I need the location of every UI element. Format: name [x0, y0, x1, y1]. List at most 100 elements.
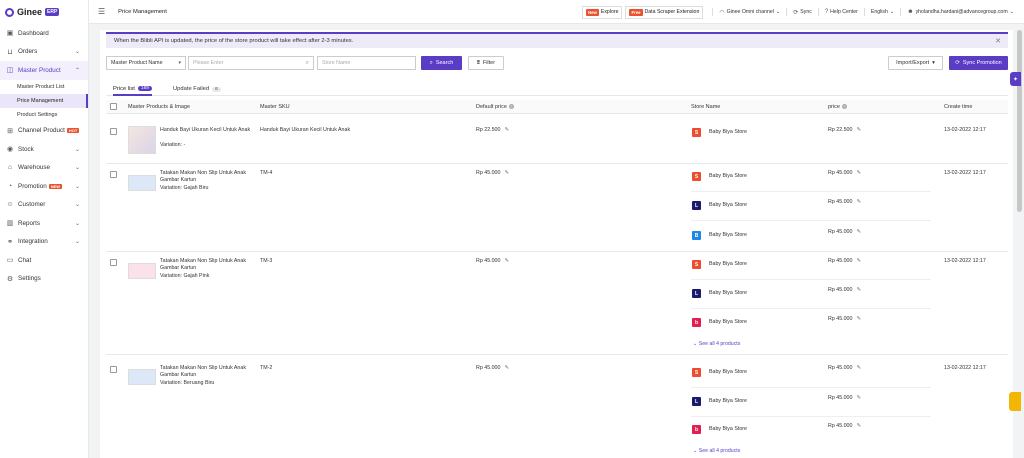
edit-icon[interactable]: ✎ [856, 395, 861, 401]
default-price: Rp 45.000 ✎ [476, 258, 509, 265]
edit-icon[interactable]: ✎ [856, 258, 861, 264]
sidebar-item-warehouse[interactable]: ⌂ Warehouse ⌄ [0, 159, 88, 178]
divider [900, 8, 902, 16]
product-thumbnail[interactable] [128, 263, 156, 279]
tab-price-list[interactable]: Price list 169 [113, 83, 152, 96]
import-export-button[interactable]: Import/Export ▾ [888, 56, 943, 70]
see-all-products-link[interactable]: ⌄ See all 4 products [693, 448, 740, 454]
search-button[interactable]: ⌕ Search [421, 56, 462, 70]
user-menu[interactable]: ☻ yholandha.hardani@advancegroup.com ⌄ [907, 9, 1014, 15]
filter-button[interactable]: ⩩ Filter [468, 56, 504, 70]
data-scraper-extension-button[interactable]: Free Data Scraper Extension [625, 5, 704, 19]
chevron-down-icon: ⌄ [775, 9, 781, 15]
master-sku: TM-2 [260, 365, 273, 371]
store-name: Baby Biya Store [709, 369, 747, 375]
sidebar-item-promotion[interactable]: ◔ Promotion NEW ⌄ [0, 177, 88, 196]
sync-button[interactable]: ⟳ Sync [793, 9, 812, 16]
select-all-checkbox[interactable] [110, 103, 117, 110]
help-center-link[interactable]: ? Help Center [825, 9, 858, 15]
edit-icon[interactable]: ✎ [856, 423, 861, 429]
user-icon: ☻ [907, 9, 914, 15]
channel-selector[interactable]: ◠ Ginee Omni channel ⌄ [719, 9, 780, 16]
store-name: Baby Biya Store [709, 398, 747, 404]
sidebar-item-customer[interactable]: ☺ Customer ⌄ [0, 196, 88, 215]
row-checkbox[interactable] [110, 366, 117, 373]
edit-icon[interactable]: ✎ [504, 365, 509, 371]
edit-icon[interactable]: ✎ [504, 170, 509, 176]
sidebar-item-settings[interactable]: ⚙ Settings [0, 270, 88, 289]
edit-icon[interactable]: ✎ [504, 127, 509, 133]
sidebar: Ginee ERP ▣ Dashboard ⊔ Orders ⌄ ◫ Master Pr… [0, 0, 89, 458]
header-price-label: price [828, 104, 840, 110]
edit-icon[interactable]: ✎ [856, 287, 861, 293]
help-icon[interactable]: ? [508, 104, 514, 109]
explore-button[interactable]: New Explore [582, 5, 623, 19]
row-checkbox[interactable] [110, 171, 117, 178]
sidebar-item-dashboard[interactable]: ▣ Dashboard [0, 24, 88, 43]
create-time: 13-02-2022 12:17 [944, 258, 986, 264]
product-thumbnail[interactable] [128, 175, 156, 191]
notice-banner: When the Blibli API is updated, the pric… [106, 32, 1008, 48]
default-price: Rp 22.500 ✎ [476, 127, 509, 134]
row-checkbox[interactable] [110, 259, 117, 266]
tab-update-failed[interactable]: Update Failed 6 [173, 83, 221, 95]
sidebar-item-chat[interactable]: ▭ Chat [0, 251, 88, 270]
divider [712, 8, 714, 16]
default-price-value: Rp 45.000 [476, 258, 501, 264]
sync-promotion-button[interactable]: ⟳ Sync Promotion [949, 56, 1008, 70]
see-all-products-link[interactable]: ⌄ See all 4 products [693, 341, 740, 347]
sync-icon: ⟳ [955, 60, 960, 66]
edit-icon[interactable]: ✎ [856, 127, 861, 133]
store-price: Rp 45.000 ✎ [828, 316, 861, 323]
sidebar-item-integration[interactable]: ⚭ Integration ⌄ [0, 233, 88, 252]
floating-help-button[interactable] [1009, 392, 1021, 411]
see-all-label: See all 4 products [698, 341, 741, 347]
header-default-price: Default price? [476, 104, 514, 110]
product-name: Handuk Bayi Ukuran Kecil Untuk Anak [160, 127, 251, 133]
warehouse-icon: ⌂ [7, 164, 13, 172]
bukalapak-icon: b [692, 425, 701, 434]
edit-icon[interactable]: ✎ [856, 199, 861, 205]
divider [691, 279, 931, 280]
search-input[interactable]: Please Enter ⌕ [188, 56, 314, 70]
gear-icon: ⚙ [6, 275, 14, 283]
sidebar-item-master-product[interactable]: ◫ Master Product ⌃ [0, 61, 88, 80]
close-icon[interactable]: ✕ [995, 37, 1001, 45]
edit-icon[interactable]: ✎ [856, 170, 861, 176]
sidebar-item-stock[interactable]: ◉ Stock ⌄ [0, 140, 88, 159]
new-badge: NEW [48, 183, 63, 189]
sidebar-item-label: Reports [18, 219, 41, 227]
sync-label: Sync [800, 9, 812, 15]
header-sku: Master SKU [260, 104, 290, 110]
promotion-icon: ◔ [7, 182, 13, 190]
default-price: Rp 45.000 ✎ [476, 365, 509, 372]
sidebar-item-reports[interactable]: ▥ Reports ⌄ [0, 214, 88, 233]
scrollbar[interactable] [1017, 30, 1022, 212]
ginee-logo-icon [5, 7, 14, 17]
row-checkbox[interactable] [110, 128, 117, 135]
extension-label: Data Scraper Extension [644, 9, 700, 15]
product-thumbnail[interactable] [128, 369, 156, 385]
product-thumbnail[interactable] [128, 126, 156, 154]
language-selector[interactable]: English ⌄ [871, 9, 894, 15]
sidebar-item-label: Integration [18, 238, 48, 246]
edit-icon[interactable]: ✎ [856, 365, 861, 371]
sidebar-item-orders[interactable]: ⊔ Orders ⌄ [0, 43, 88, 62]
search-field-select[interactable]: Master Product Name ▾ [106, 56, 186, 70]
store-name-input[interactable]: Store Name [317, 56, 416, 70]
lightbulb-icon[interactable]: ✦ [1010, 72, 1021, 86]
edit-icon[interactable]: ✎ [504, 258, 509, 264]
store-name: Baby Biya Store [709, 202, 747, 208]
edit-icon[interactable]: ✎ [856, 316, 861, 322]
sidebar-subitem-product-settings[interactable]: Product Settings [0, 108, 88, 122]
integration-icon: ⚭ [7, 238, 13, 246]
stock-icon: ◉ [6, 146, 14, 154]
sidebar-item-channel-product[interactable]: ⊞ Channel Product HOT [0, 122, 88, 141]
store-price-value: Rp 45.000 [828, 170, 853, 176]
sidebar-subitem-price-management[interactable]: Price Management [0, 93, 88, 108]
brand-logo[interactable]: Ginee ERP [0, 0, 88, 24]
edit-icon[interactable]: ✎ [856, 229, 861, 235]
help-icon[interactable]: ? [841, 104, 847, 109]
sidebar-subitem-master-product-list[interactable]: Master Product List [0, 80, 88, 94]
menu-toggle-icon[interactable]: ☰ [98, 7, 105, 16]
